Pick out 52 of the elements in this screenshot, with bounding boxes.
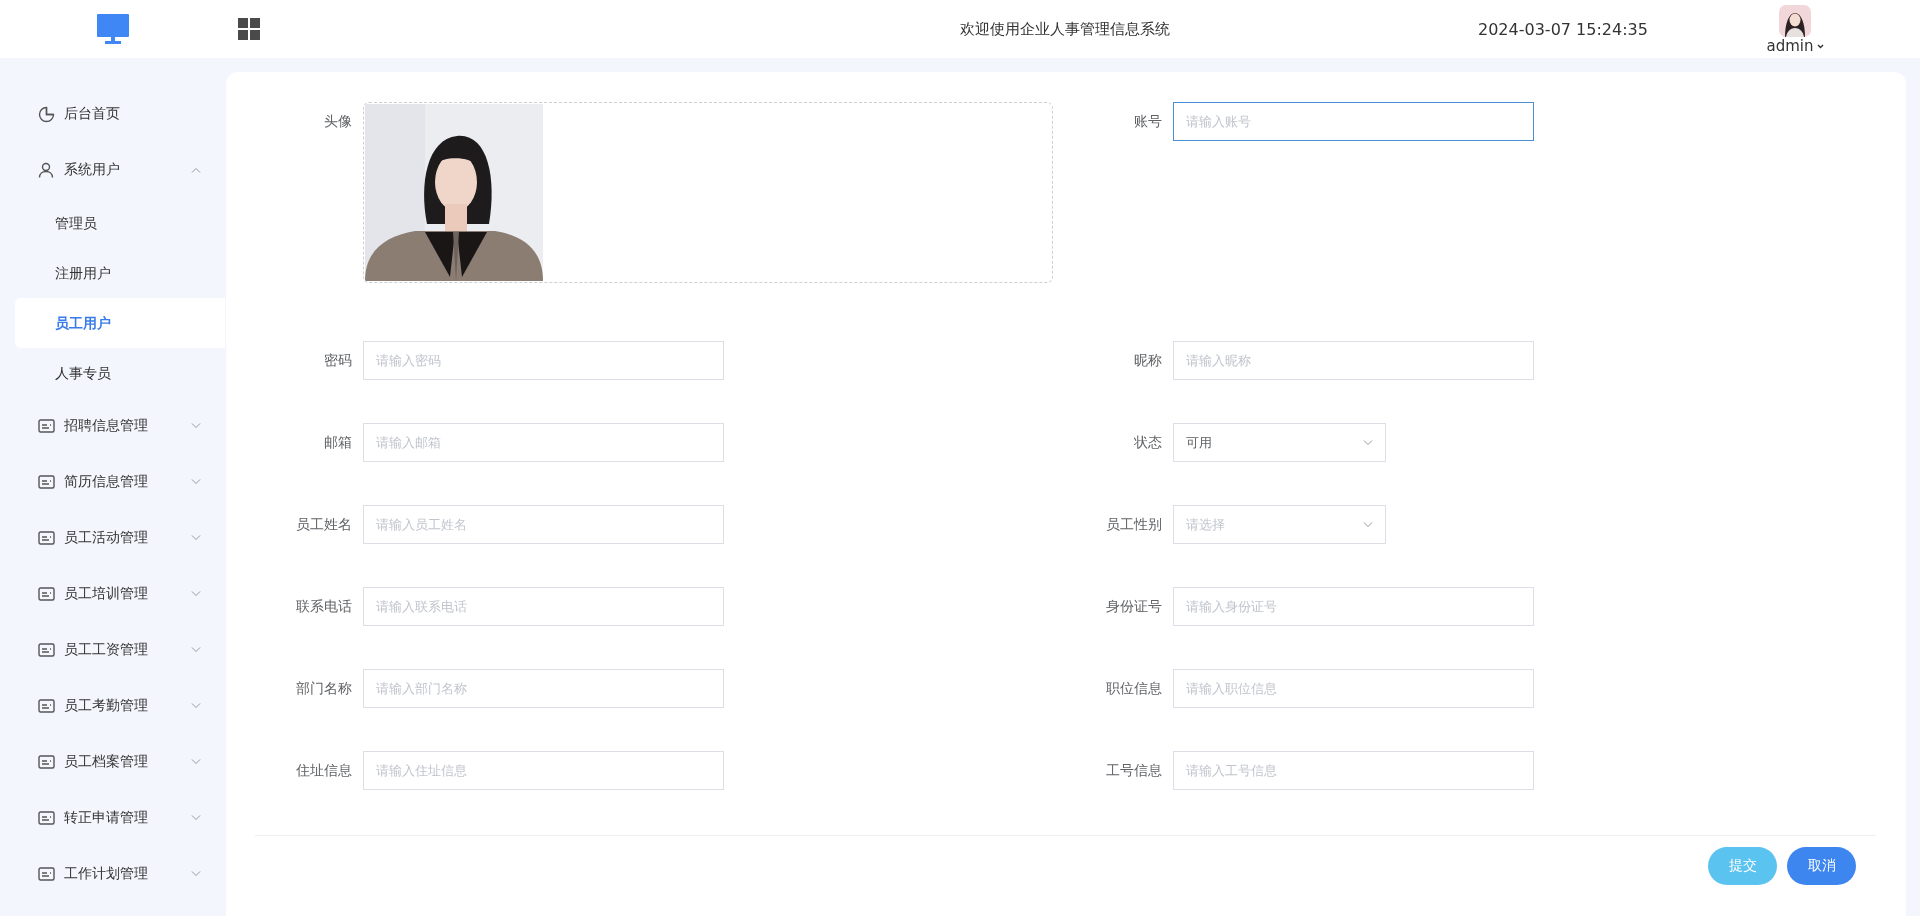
card-icon — [38, 755, 55, 769]
field-label: 联系电话 — [295, 597, 353, 616]
submenu-item[interactable]: 员工用户 — [15, 298, 225, 348]
menu-item[interactable]: 员工档案管理 — [0, 734, 225, 790]
card-icon — [38, 587, 55, 601]
pie-chart-icon — [38, 105, 55, 123]
app-title: 欢迎使用企业人事管理信息系统 — [959, 19, 1171, 39]
upload-area[interactable] — [363, 102, 1053, 283]
menu-item[interactable]: 员工考勤管理 — [0, 678, 225, 734]
select-field[interactable]: 可用 — [1173, 423, 1386, 462]
card-icon — [38, 867, 55, 881]
date-time: 2024-03-07 15:24:35 — [1477, 19, 1649, 39]
field-label: 昵称 — [1133, 351, 1163, 370]
field-label: 员工姓名 — [295, 515, 353, 534]
submenu-item[interactable]: 人事专员 — [15, 348, 225, 398]
user-menu[interactable]: admin — [1766, 37, 1824, 55]
field-label: 状态 — [1133, 433, 1163, 452]
card-icon — [38, 811, 55, 825]
user-icon — [38, 162, 54, 178]
chevron-icon — [1363, 521, 1373, 528]
field-label: 职位信息 — [1105, 679, 1163, 698]
card-icon — [38, 531, 55, 545]
field-label: 身份证号 — [1105, 597, 1163, 616]
menu-item[interactable]: 简历信息管理 — [0, 454, 225, 510]
menu-item[interactable]: 员工工资管理 — [0, 622, 225, 678]
menu-item[interactable]: 转正申请管理 — [0, 790, 225, 846]
field-label: 住址信息 — [295, 761, 353, 780]
card-icon — [38, 475, 55, 489]
submenu-item[interactable]: 注册用户 — [15, 248, 225, 298]
menu-item[interactable]: 招聘信息管理 — [0, 398, 225, 454]
caret-icon — [1816, 43, 1824, 49]
card-icon — [38, 699, 55, 713]
menu-item[interactable]: 后台首页 — [0, 86, 225, 142]
field-label: 部门名称 — [295, 679, 353, 698]
menu-item[interactable]: 系统用户 — [0, 142, 225, 198]
cancel-button[interactable]: 取消 — [1787, 847, 1856, 885]
field-label: 员工性别 — [1105, 515, 1163, 534]
menu-item[interactable]: 员工培训管理 — [0, 566, 225, 622]
card-icon — [38, 643, 55, 657]
menu-item[interactable]: 工作计划管理 — [0, 846, 225, 902]
menu-item[interactable]: 员工活动管理 — [0, 510, 225, 566]
chevron-icon — [1363, 439, 1373, 446]
submenu-item[interactable]: 管理员 — [15, 198, 225, 248]
field-label: 密码 — [323, 351, 353, 370]
field-label: 工号信息 — [1105, 761, 1163, 780]
field-label: 账号 — [1133, 112, 1163, 131]
field-label: 邮箱 — [323, 433, 353, 452]
grid-menu-icon[interactable] — [238, 18, 260, 40]
card-icon — [38, 419, 55, 433]
input-field[interactable]: 请输入账号 — [1173, 102, 1534, 141]
field-label: 头像 — [323, 112, 353, 131]
monitor-icon — [96, 13, 129, 45]
